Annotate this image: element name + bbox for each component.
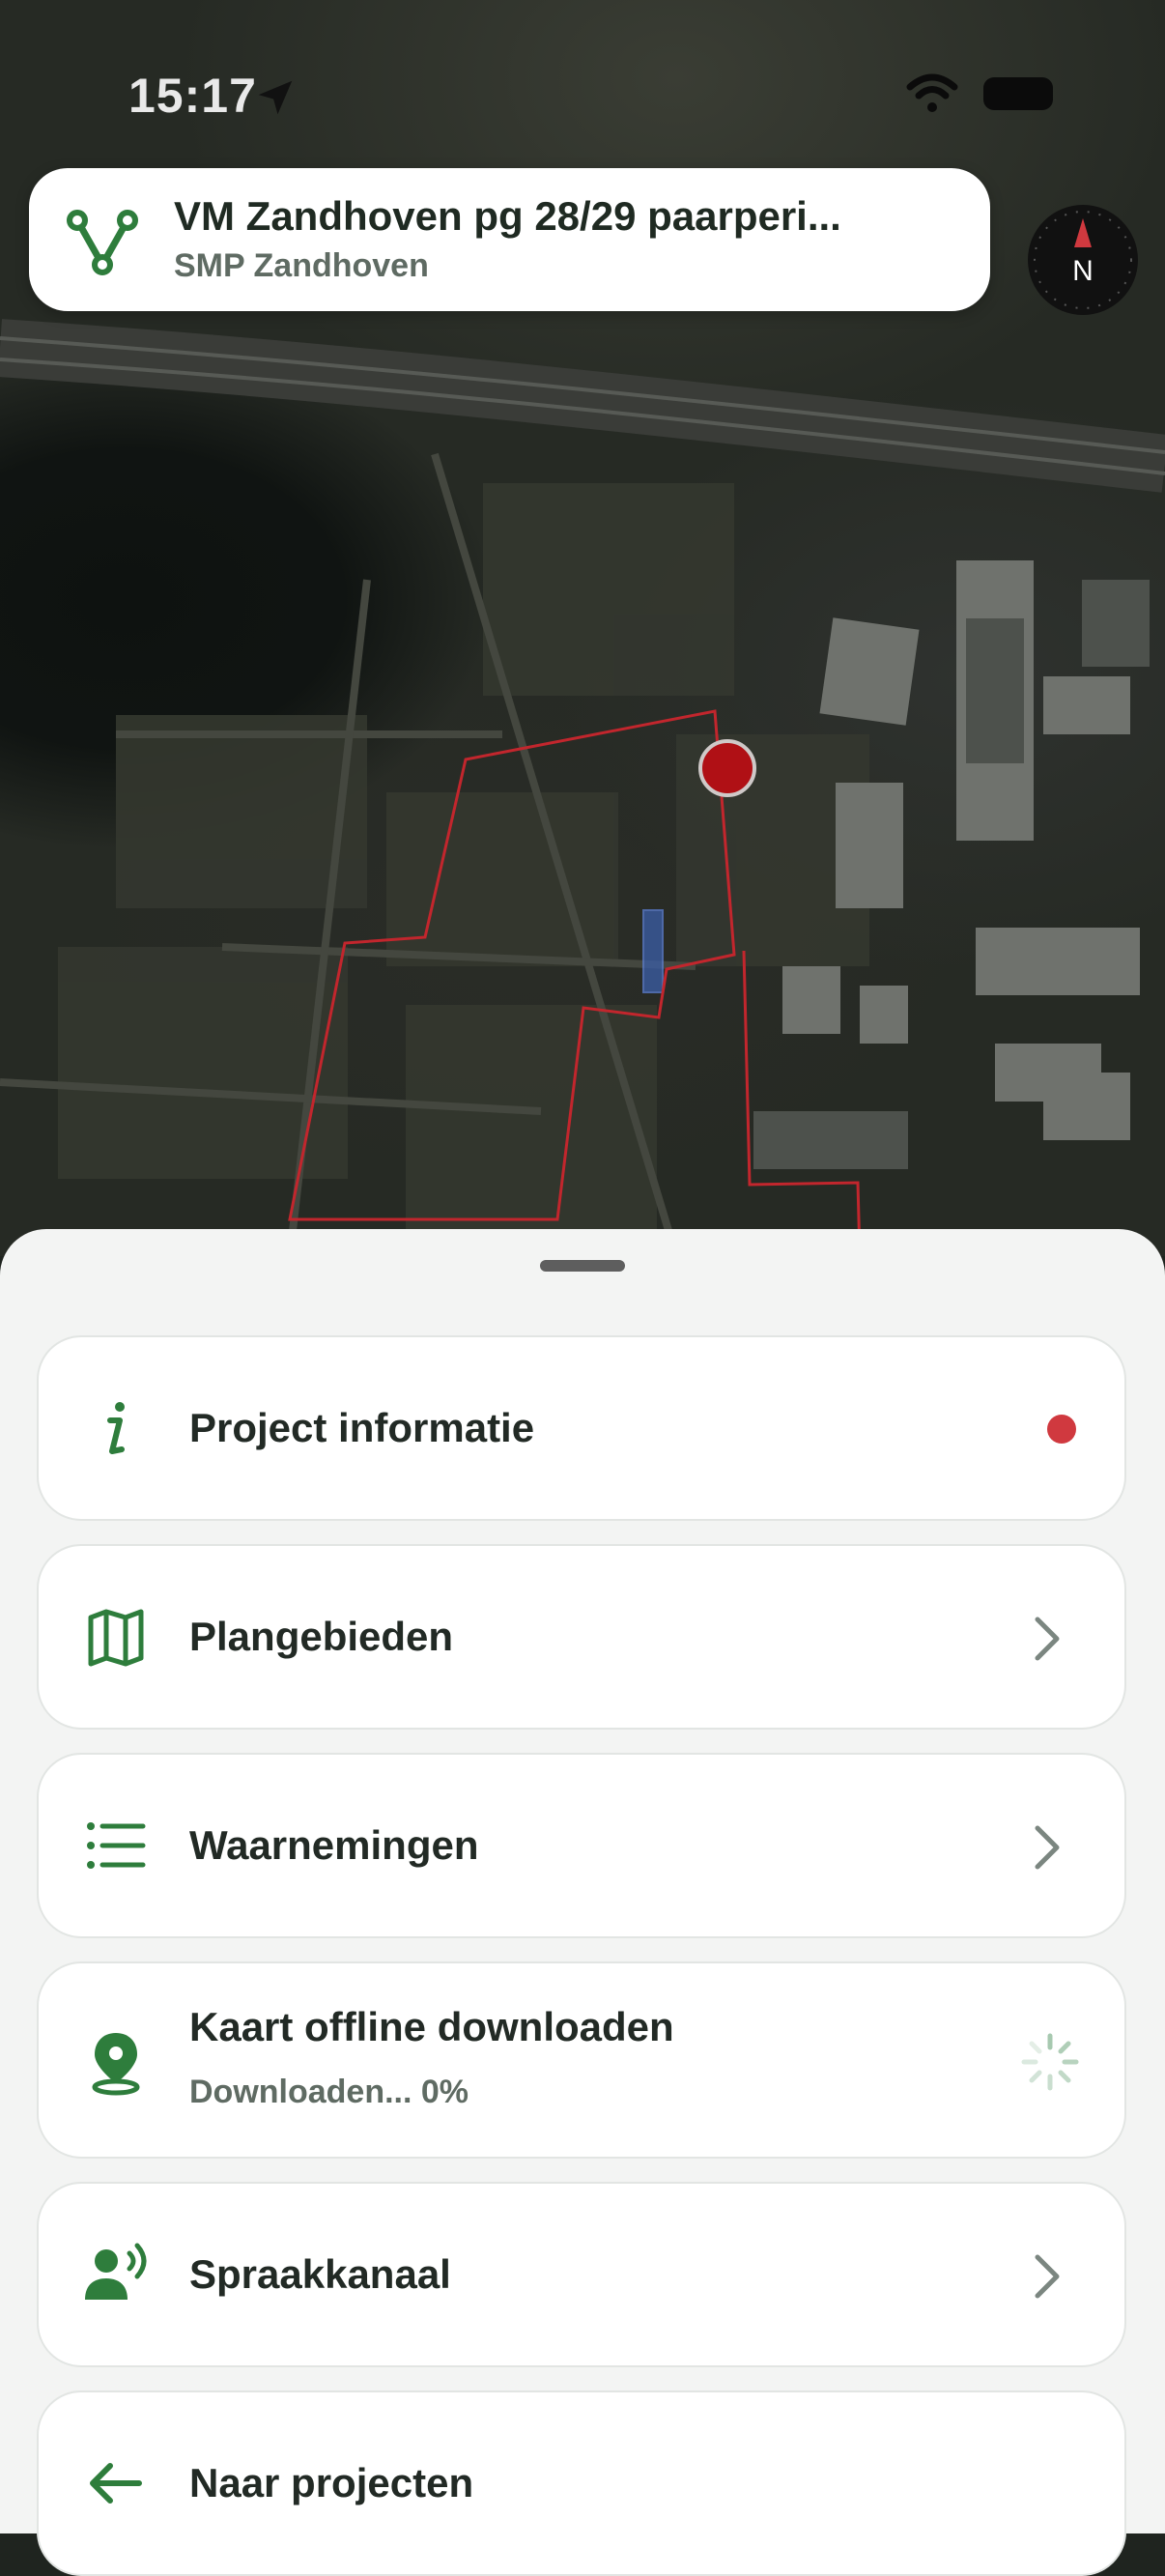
- chevron-right-icon: [1035, 2254, 1060, 2299]
- compass-north-label: N: [1072, 255, 1094, 287]
- info-icon: [107, 1402, 125, 1454]
- menu-item-label: Kaart offline downloaden: [189, 2004, 674, 2049]
- route-logo-icon: [67, 210, 138, 275]
- map-location-marker: [698, 739, 756, 797]
- list-icon: [87, 1822, 146, 1869]
- chevron-right-icon: [1035, 1617, 1060, 1661]
- menu-item-label: Naar projecten: [189, 2460, 474, 2505]
- location-arrow-icon: [258, 80, 293, 115]
- sheet-grab-handle[interactable]: [540, 1260, 625, 1272]
- menu-item-offline-download[interactable]: Kaart offline downloaden Downloaden... 0…: [37, 1961, 1126, 2159]
- location-pin-icon: [92, 2033, 140, 2096]
- compass-button[interactable]: N: [1028, 205, 1138, 315]
- project-header-card[interactable]: VM Zandhoven pg 28/29 paarperi... SMP Za…: [29, 168, 990, 311]
- arrow-left-icon: [90, 2463, 142, 2504]
- menu-item-label: Spraakkanaal: [189, 2251, 451, 2297]
- project-title: VM Zandhoven pg 28/29 paarperi...: [174, 193, 841, 239]
- status-time: 15:17: [128, 69, 257, 123]
- battery-icon: [983, 77, 1053, 110]
- menu-item-project-info[interactable]: Project informatie: [37, 1335, 1126, 1521]
- chevron-right-icon: [1035, 1825, 1060, 1870]
- notification-dot: [1047, 1415, 1076, 1444]
- menu-item-back-to-projects[interactable]: Naar projecten: [37, 2390, 1126, 2576]
- map-icon: [88, 1609, 144, 1667]
- menu-item-label: Project informatie: [189, 1405, 535, 1450]
- menu-item-waarnemingen[interactable]: Waarnemingen: [37, 1753, 1126, 1938]
- wifi-icon: [906, 73, 958, 112]
- loading-spinner-icon: [1021, 2033, 1079, 2091]
- menu-item-label: Plangebieden: [189, 1614, 454, 1659]
- project-subtitle: SMP Zandhoven: [174, 247, 429, 284]
- bottom-sheet[interactable]: Project informatie Plangebieden Waarnemi…: [0, 1229, 1165, 2576]
- menu-item-spraakkanaal[interactable]: Spraakkanaal: [37, 2182, 1126, 2367]
- compass-icon: N: [1034, 211, 1132, 309]
- menu-item-label: Waarnemingen: [189, 1822, 479, 1868]
- download-progress-text: Downloaden... 0%: [189, 2074, 469, 2110]
- speaking-person-icon: [85, 2243, 147, 2300]
- menu-item-plangebieden[interactable]: Plangebieden: [37, 1544, 1126, 1730]
